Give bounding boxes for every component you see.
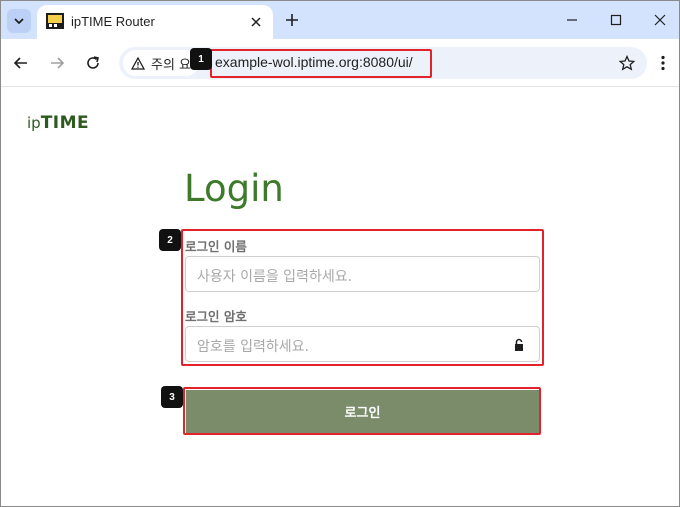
reload-icon [87, 56, 99, 69]
iptime-logo: ipTIME [27, 113, 89, 133]
forward-button[interactable] [45, 51, 69, 75]
annotation-box-3 [183, 387, 541, 435]
tab-title: ipTIME Router [71, 14, 155, 29]
maximize-button[interactable] [603, 7, 629, 33]
router-favicon-icon [46, 13, 64, 29]
annotation-badge-3: 3 [161, 386, 183, 408]
more-vertical-icon [661, 55, 665, 71]
bookmark-button[interactable] [615, 51, 639, 75]
annotation-box-2 [181, 229, 544, 366]
minimize-icon [567, 19, 577, 21]
maximize-icon [610, 14, 622, 26]
chevron-down-icon [14, 18, 24, 25]
tab-strip: ipTIME Router [1, 1, 679, 39]
browser-menu-button[interactable] [653, 51, 673, 75]
back-button[interactable] [9, 51, 33, 75]
annotation-badge-2: 2 [159, 229, 181, 251]
new-tab-button[interactable] [281, 9, 303, 31]
plus-icon [286, 14, 298, 26]
arrow-left-icon [13, 57, 27, 69]
close-icon [654, 14, 666, 26]
reload-button[interactable] [81, 51, 105, 75]
logo-ip: ip [27, 114, 41, 132]
star-icon [619, 55, 635, 71]
browser-window: ipTIME Router 주의 요 example-wol.iptime.or… [0, 0, 680, 507]
arrow-right-icon [51, 57, 65, 69]
close-window-button[interactable] [647, 7, 673, 33]
tab-search-button[interactable] [7, 9, 31, 33]
warning-icon [131, 56, 145, 70]
annotation-badge-1: 1 [190, 48, 212, 70]
annotation-box-1 [210, 49, 432, 78]
security-chip-label: 주의 요 [151, 57, 192, 73]
logo-time: TIME [40, 113, 90, 133]
security-chip[interactable]: 주의 요 [123, 50, 200, 76]
tab-iptime-router[interactable]: ipTIME Router [37, 5, 273, 39]
minimize-button[interactable] [559, 7, 585, 33]
page-title: Login [184, 167, 284, 210]
close-icon [251, 17, 261, 27]
tab-close-button[interactable] [247, 13, 265, 31]
